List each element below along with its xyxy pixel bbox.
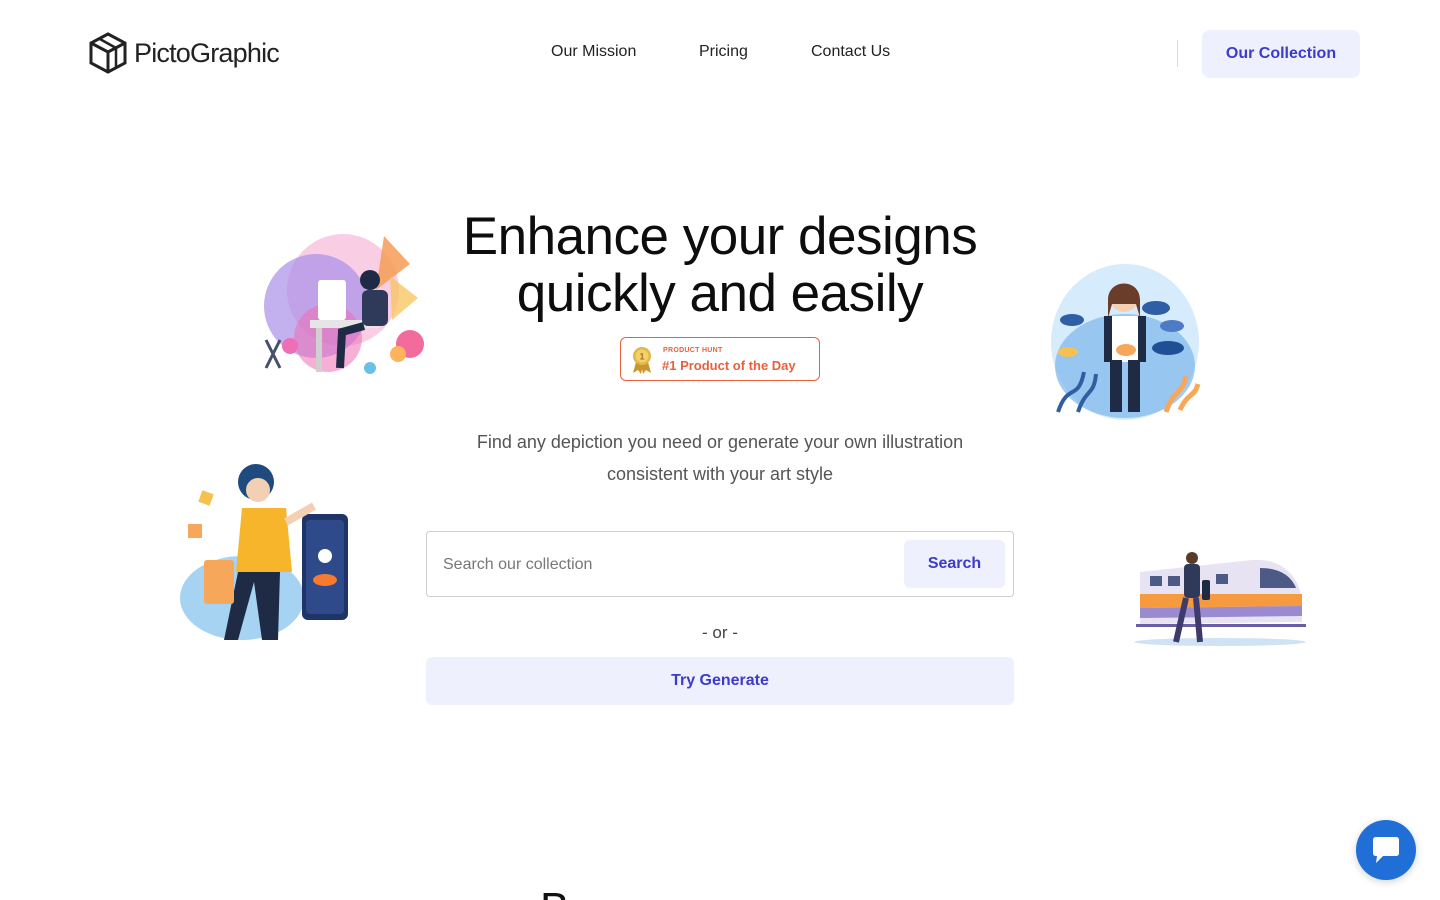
brand-name: PictoGraphic	[134, 37, 280, 68]
hero-title-line-2: quickly and easily	[516, 264, 924, 323]
product-hunt-label: #1 Product of the Day	[662, 358, 796, 373]
hero-subtitle-line-2: consistent with your art style	[606, 464, 834, 484]
chat-launcher-button[interactable]	[1356, 820, 1416, 880]
our-collection-button[interactable]: Our Collection	[1202, 30, 1360, 78]
illustration-shopper-with-phone	[180, 464, 348, 640]
brand-logo[interactable]: PictoGraphic	[88, 31, 280, 75]
site-header: PictoGraphic Our Mission Pricing Contact…	[0, 0, 1440, 106]
nav-item-pricing[interactable]: Pricing	[699, 43, 748, 61]
illustration-man-and-train	[1134, 552, 1306, 646]
svg-text:1: 1	[639, 352, 644, 362]
nav-item-our-mission[interactable]: Our Mission	[551, 43, 636, 61]
landing-page: PictoGraphic Our Mission Pricing Contact…	[0, 0, 1440, 900]
hero-subtitle-line-1: Find any depiction you need or generate …	[476, 432, 964, 452]
or-separator: - or -	[702, 623, 738, 642]
hero-title: Enhance your designs quickly and easily	[370, 208, 1070, 322]
hero-subtitle: Find any depiction you need or generate …	[420, 426, 1020, 490]
cube-logo-icon	[89, 32, 127, 74]
header-divider	[1177, 40, 1178, 67]
search-button[interactable]: Search	[904, 540, 1005, 588]
product-hunt-eyebrow: PRODUCT HUNT	[663, 347, 723, 354]
next-section-title: B	[540, 884, 569, 900]
chat-bubble-icon	[1373, 837, 1399, 863]
nav-item-contact-us[interactable]: Contact Us	[811, 43, 890, 61]
search-input[interactable]	[443, 548, 883, 582]
hero-title-line-1: Enhance your designs	[462, 207, 978, 266]
search-bar: Search	[426, 531, 1014, 597]
illustration-woman-with-fish	[1051, 264, 1201, 420]
product-hunt-badge[interactable]: 1 PRODUCT HUNT #1 Product of the Day	[620, 337, 820, 381]
medal-icon: 1	[633, 347, 651, 374]
try-generate-button[interactable]: Try Generate	[426, 657, 1014, 705]
